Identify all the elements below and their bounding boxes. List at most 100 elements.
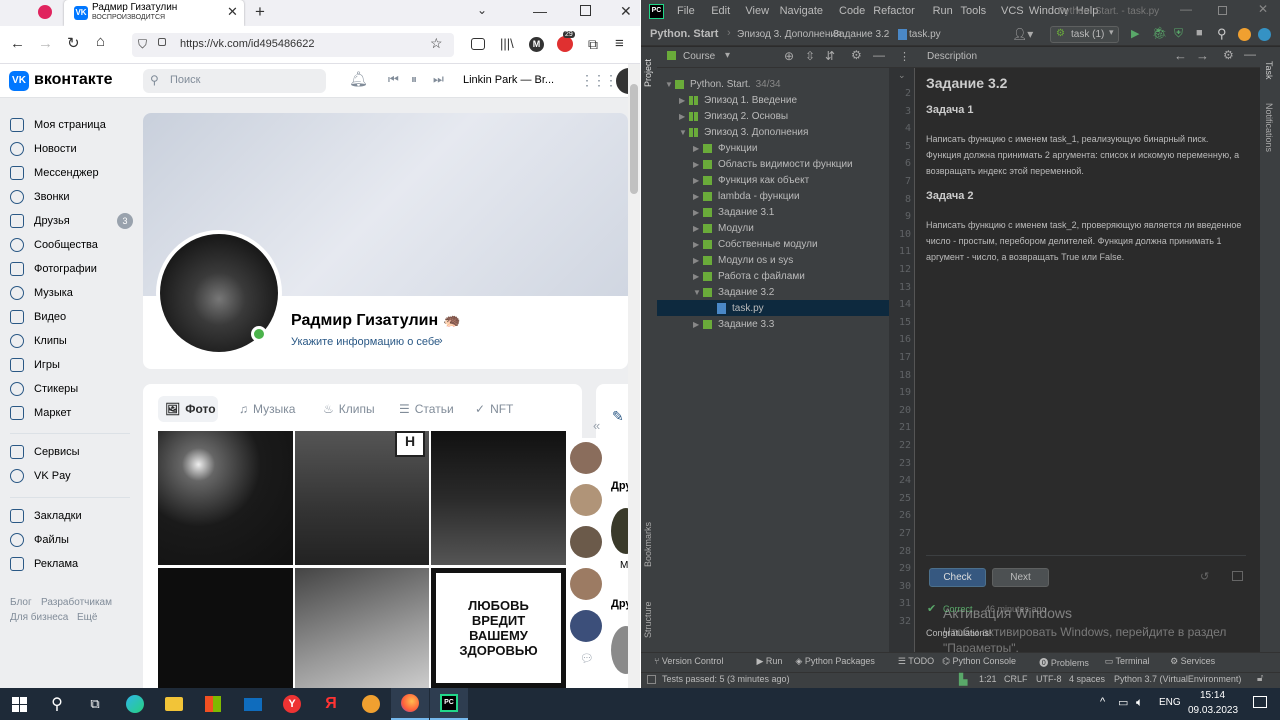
notifications-bell-icon[interactable]: 🔔︎ <box>349 70 368 88</box>
photo-2[interactable]: H <box>295 431 429 565</box>
breadcrumb-project[interactable]: Python. Start <box>650 28 718 40</box>
breadcrumb-file[interactable]: task.py <box>909 29 941 40</box>
file-explorer-icon[interactable] <box>155 688 193 720</box>
friend-avatar-4[interactable] <box>570 568 602 600</box>
vcs-user-icon[interactable]: 👤︎▾ <box>1012 27 1033 41</box>
yandex-icon[interactable]: Я <box>312 688 350 720</box>
chevron-right-icon[interactable]: ▶ <box>693 192 703 201</box>
chevron-right-icon[interactable]: ▶ <box>679 112 689 121</box>
prev-task-icon[interactable]: ← <box>1174 48 1187 63</box>
indent-setting[interactable]: 4 spaces <box>1069 674 1105 684</box>
new-tab-icon[interactable]: + <box>255 2 265 22</box>
photo-4[interactable] <box>158 568 293 688</box>
chevron-right-icon[interactable]: ▶ <box>693 224 703 233</box>
firefox-view-icon[interactable] <box>38 5 52 19</box>
menu-item[interactable]: Navigate <box>780 5 823 17</box>
project-tool-tab[interactable]: Project <box>643 55 653 87</box>
menu-hamburger-icon[interactable]: ≡ <box>615 35 624 52</box>
bottom-tool-tab[interactable]: ◈ Python Packages <box>795 656 874 667</box>
friend-avatar-3[interactable] <box>570 526 602 558</box>
breadcrumb-task[interactable]: Задание 3.2 <box>833 29 889 40</box>
close-tab-icon[interactable]: ✕ <box>227 4 238 20</box>
chevron-right-icon[interactable]: ▶ <box>693 320 703 329</box>
bottom-tool-tab[interactable]: ⚙ Services <box>1170 656 1215 667</box>
tree-node[interactable]: ▶ Модули os и sys <box>657 252 889 268</box>
tree-node[interactable]: ▼ Python. Start. 34/34 <box>657 76 889 92</box>
run-icon[interactable]: ▶ <box>1131 27 1139 40</box>
plugin-status-icon[interactable]: ▙ <box>959 673 967 686</box>
side-avatar[interactable] <box>611 508 628 554</box>
user-avatar-small[interactable] <box>616 68 628 94</box>
media-tab[interactable]: ☰ Статьи <box>392 396 454 422</box>
sidebar-item[interactable]: Моя страница <box>10 113 135 137</box>
menu-item[interactable]: VCS <box>1001 5 1024 17</box>
search-taskbar-icon[interactable]: ⚲ <box>38 688 76 720</box>
coverage-icon[interactable]: ⛨ <box>1174 26 1183 41</box>
list-tabs-chevron-icon[interactable]: ⌄ <box>477 3 487 17</box>
sidebar-item[interactable]: Маркет <box>10 401 135 425</box>
clock-time[interactable]: 15:14 <box>1200 690 1225 701</box>
store-icon[interactable] <box>194 688 232 720</box>
url-bar[interactable]: ⛉ https://vk.com/id495486622 ☆ <box>132 33 454 57</box>
sidebar-item[interactable]: Звонки <box>10 185 135 209</box>
photo-5[interactable] <box>295 568 429 688</box>
tree-node[interactable]: ▶ Модули <box>657 220 889 236</box>
edge-icon[interactable] <box>116 688 154 720</box>
tree-node[interactable]: ▼ Задание 3.2 <box>657 284 889 300</box>
chevron-down-icon[interactable]: ▼ <box>665 80 675 89</box>
tree-node[interactable]: ▶ Работа с файлами <box>657 268 889 284</box>
clock-date[interactable]: 09.03.2023 <box>1188 705 1238 716</box>
bookmark-star-icon[interactable]: ☆ <box>430 35 443 52</box>
comment-icon[interactable] <box>1232 571 1243 581</box>
next-track-icon[interactable]: ⏭ <box>433 72 444 87</box>
tree-node[interactable]: ▶ lambda - функции <box>657 188 889 204</box>
menu-item[interactable]: Code <box>839 5 865 17</box>
minimize-icon[interactable]: — <box>533 3 547 19</box>
friend-avatar-5[interactable] <box>570 610 602 642</box>
fold-chevron-icon[interactable]: ⌄ <box>898 70 906 81</box>
start-windows-icon[interactable] <box>0 688 38 720</box>
tree-node[interactable]: ▶ Эпизод 1. Введение <box>657 92 889 108</box>
reset-task-icon[interactable]: ↺ <box>1200 570 1209 583</box>
apps-grid-icon[interactable]: ⋮⋮⋮ <box>580 72 618 89</box>
sidebar-item[interactable]: Новости <box>10 137 135 161</box>
panel-settings-gear-icon[interactable]: ⚙ <box>851 48 862 62</box>
tracking-shield-icon[interactable]: ⛉ <box>138 37 147 52</box>
account-icon[interactable]: M <box>529 37 544 52</box>
extensions-puzzle-icon[interactable]: ⧉ <box>588 36 598 53</box>
tree-node[interactable]: ▶ Функции <box>657 140 889 156</box>
sidebar-item[interactable]: Клипы <box>10 329 135 353</box>
input-language[interactable]: ENG <box>1159 697 1181 708</box>
chevron-right-icon[interactable]: ▶ <box>693 208 703 217</box>
lock-status-icon[interactable]: 🔓︎ <box>1257 673 1263 684</box>
updates-icon[interactable] <box>1238 28 1251 41</box>
network-icon[interactable]: ▭ <box>1118 696 1128 709</box>
bottom-tool-tab[interactable]: ▶ Run <box>757 656 783 667</box>
tor-browser-icon[interactable] <box>352 688 390 720</box>
description-tab[interactable]: Description <box>927 51 977 62</box>
menu-item[interactable]: Edit <box>711 5 730 17</box>
collapse-chevrons-icon[interactable]: « <box>593 418 600 433</box>
menu-item[interactable]: File <box>677 5 695 17</box>
back-icon[interactable]: ← <box>10 35 25 52</box>
interpreter[interactable]: Python 3.7 (VirtualEnvironment) <box>1114 674 1241 684</box>
sidebar-item[interactable]: Сообщества <box>10 233 135 257</box>
tree-node[interactable]: ▶ Задание 3.3 <box>657 316 889 332</box>
expand-all-icon[interactable]: ⇳ <box>805 49 815 63</box>
bottom-tool-tab[interactable]: ⑂ Version Control <box>654 656 723 666</box>
chevron-right-icon[interactable]: ▶ <box>693 240 703 249</box>
tests-status[interactable]: Tests passed: 5 (3 minutes ago) <box>662 674 790 684</box>
pc-close-icon[interactable]: ✕ <box>1258 2 1268 16</box>
sidebar-item[interactable]: Видео <box>10 305 135 329</box>
file-encoding[interactable]: UTF-8 <box>1036 674 1062 684</box>
lock-icon[interactable] <box>158 38 166 46</box>
sidebar-item[interactable]: Реклама <box>10 552 135 576</box>
media-tab[interactable]: ✓ NFT <box>468 396 520 422</box>
footer-link[interactable]: Блог <box>10 597 32 608</box>
bottom-tool-tab[interactable]: ▭ Terminal <box>1105 656 1150 667</box>
menu-item[interactable]: View <box>745 5 769 17</box>
maximize-icon[interactable] <box>580 5 591 16</box>
chevron-right-icon[interactable]: ▶ <box>693 256 703 265</box>
footer-link[interactable]: Разработчикам <box>41 597 112 608</box>
search-everywhere-icon[interactable]: ⚲ <box>1217 26 1227 42</box>
